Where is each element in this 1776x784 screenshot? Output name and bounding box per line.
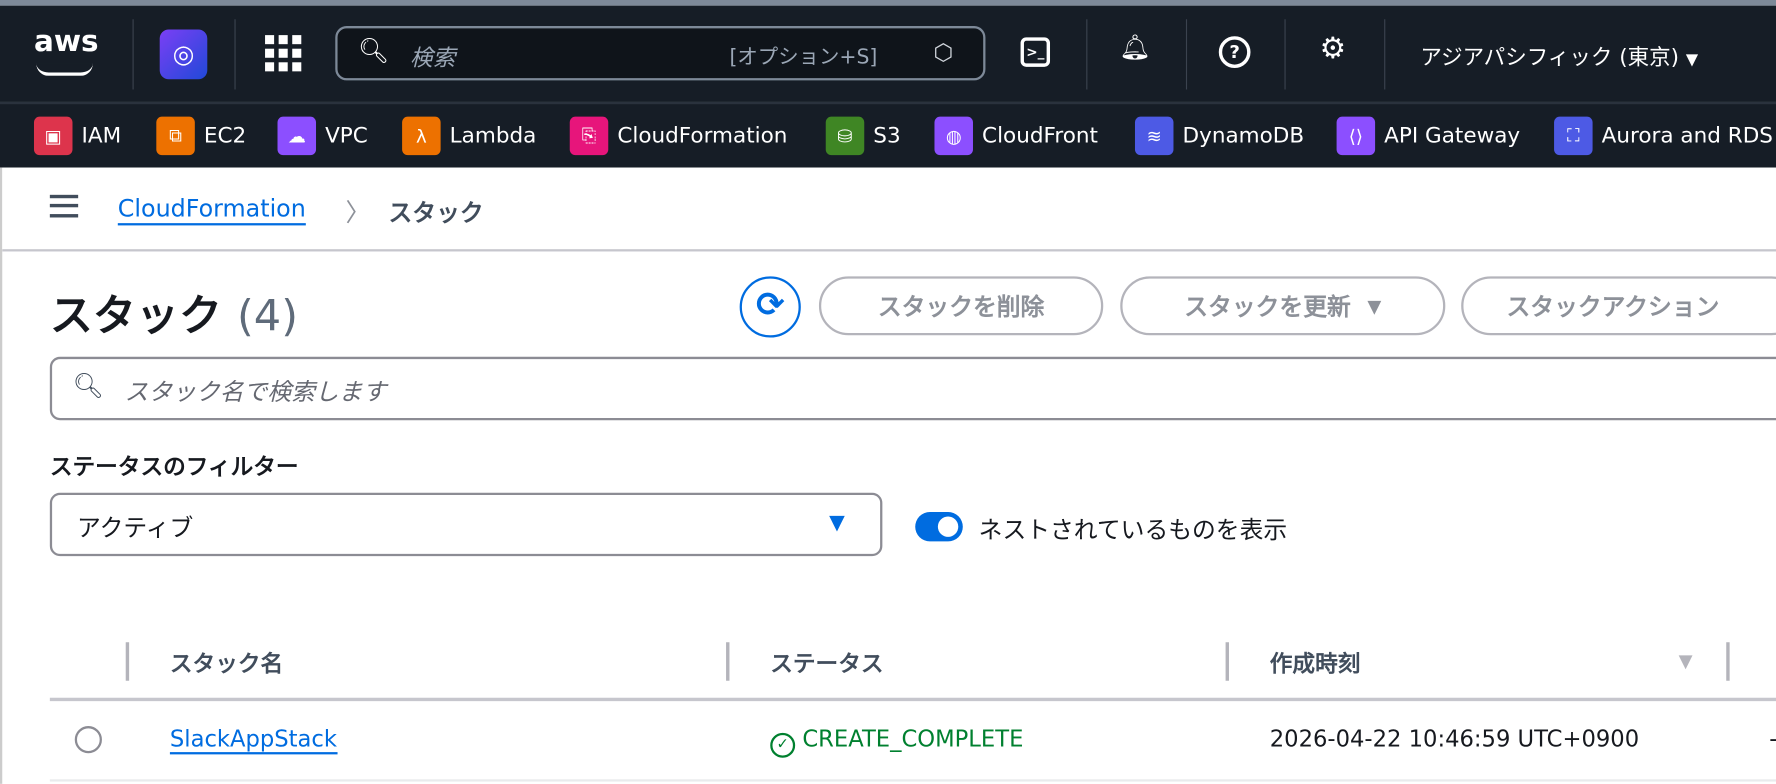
divider bbox=[1185, 19, 1188, 90]
dynamodb-icon: ≋ bbox=[1134, 116, 1174, 156]
search-icon: 🔍︎ bbox=[72, 372, 105, 401]
service-label: API Gateway bbox=[1384, 123, 1521, 149]
ec2-icon: ⧉ bbox=[156, 116, 195, 156]
service-label: EC2 bbox=[203, 123, 247, 149]
q-small-icon: ⬡ bbox=[933, 38, 954, 66]
search-placeholder: 検索 bbox=[410, 44, 456, 72]
extra-cell: - bbox=[1769, 725, 1776, 752]
apps-grid-icon[interactable] bbox=[265, 35, 302, 72]
caret-down-icon: ▼ bbox=[1367, 295, 1382, 317]
sort-descending-icon[interactable]: ▼ bbox=[1679, 650, 1693, 672]
favorite-cloudfront[interactable]: ◍ CloudFront bbox=[934, 116, 1098, 156]
page-title: スタック (4) bbox=[50, 281, 298, 343]
divider bbox=[1284, 19, 1286, 90]
iam-icon: ▣ bbox=[33, 116, 73, 156]
favorite-s3[interactable]: ⛁ S3 bbox=[825, 116, 901, 156]
divider bbox=[234, 19, 236, 90]
region-selector[interactable]: アジアパシフィック (東京) ▼ bbox=[1420, 41, 1698, 72]
table-row: SlackAppStack ✓ CREATE_COMPLETE 2026-04-… bbox=[49, 701, 1776, 782]
row-radio[interactable] bbox=[74, 726, 102, 754]
column-resizer[interactable] bbox=[726, 642, 730, 681]
refresh-button[interactable]: ⟳ bbox=[739, 276, 801, 338]
divider bbox=[132, 19, 134, 90]
service-label: IAM bbox=[81, 123, 122, 149]
q-icon[interactable]: ◎ bbox=[159, 29, 208, 80]
breadcrumb-cloudformation[interactable]: CloudFormation bbox=[117, 195, 306, 226]
cloudformation-icon: ⎘ bbox=[569, 116, 609, 156]
caret-down-icon: ▼ bbox=[1685, 50, 1699, 70]
aws-logo[interactable]: aws bbox=[34, 25, 99, 59]
bell-icon[interactable]: 🔔︎ bbox=[1119, 34, 1151, 62]
service-label: Lambda bbox=[449, 123, 537, 149]
update-stack-button[interactable]: スタックを更新 ▼ bbox=[1120, 276, 1446, 336]
status-text: CREATE_COMPLETE bbox=[802, 724, 1024, 753]
nested-toggle[interactable] bbox=[915, 511, 963, 542]
search-shortcut: [オプション+S] bbox=[729, 45, 878, 70]
favorite-aurora-rds[interactable]: ⛶ Aurora and RDS bbox=[1554, 116, 1773, 156]
button-label: スタックを更新 bbox=[1184, 293, 1351, 321]
region-label: アジアパシフィック (東京) bbox=[1420, 45, 1680, 71]
column-resizer[interactable] bbox=[1225, 642, 1229, 681]
favorite-dynamodb[interactable]: ≋ DynamoDB bbox=[1134, 116, 1305, 156]
aws-smile-icon bbox=[36, 63, 93, 76]
vpc-icon: ☁ bbox=[277, 116, 317, 156]
service-label: CloudFormation bbox=[617, 123, 788, 149]
column-header-created[interactable]: 作成時刻 bbox=[1270, 646, 1361, 679]
service-label: DynamoDB bbox=[1182, 123, 1305, 149]
lambda-icon: λ bbox=[402, 116, 441, 156]
rds-icon: ⛶ bbox=[1554, 116, 1593, 156]
divider bbox=[1086, 19, 1088, 90]
button-label: スタックアクション bbox=[1506, 293, 1720, 321]
check-circle-icon: ✓ bbox=[770, 732, 796, 758]
button-label: スタックを削除 bbox=[877, 293, 1045, 321]
created-time: 2026-04-22 10:46:59 UTC+0900 bbox=[1269, 724, 1640, 753]
favorite-vpc[interactable]: ☁ VPC bbox=[277, 116, 368, 156]
favorite-iam[interactable]: ▣ IAM bbox=[33, 116, 122, 156]
column-header-status[interactable]: ステータス bbox=[770, 646, 883, 679]
search-icon: 🔍︎ bbox=[357, 37, 390, 66]
menu-icon[interactable] bbox=[49, 194, 79, 218]
service-label: Aurora and RDS bbox=[1601, 123, 1773, 149]
caret-down-icon: ▼ bbox=[829, 510, 845, 535]
title-text: スタック bbox=[49, 291, 223, 341]
column-resizer[interactable] bbox=[125, 642, 130, 681]
column-resizer[interactable] bbox=[1726, 642, 1730, 681]
cloudshell-icon[interactable]: >_ bbox=[1020, 37, 1051, 67]
filter-label: ステータスのフィルター bbox=[49, 453, 299, 481]
stack-actions-button[interactable]: スタックアクション bbox=[1461, 276, 1776, 336]
status-badge: ✓ CREATE_COMPLETE bbox=[770, 725, 1023, 758]
cloudfront-icon: ◍ bbox=[934, 116, 973, 156]
nested-toggle-label: ネストされているものを表示 bbox=[978, 516, 1288, 544]
column-header-stack-name[interactable]: スタック名 bbox=[170, 646, 283, 679]
service-label: S3 bbox=[873, 123, 901, 149]
stack-count: (4) bbox=[237, 291, 298, 341]
divider bbox=[1384, 19, 1386, 90]
chevron-right-icon: 〉 bbox=[345, 199, 371, 228]
gear-icon[interactable]: ⚙︎ bbox=[1320, 32, 1346, 66]
status-filter-select[interactable]: アクティブ ▼ bbox=[49, 492, 883, 557]
global-search-input[interactable]: 🔍︎ 検索 [オプション+S] ⬡ bbox=[335, 26, 986, 81]
s3-icon: ⛁ bbox=[825, 116, 865, 156]
service-label: VPC bbox=[325, 123, 368, 149]
api-gateway-icon: ⟨⟩ bbox=[1336, 116, 1376, 156]
stack-search-input[interactable]: 🔍︎ スタック名で検索します bbox=[49, 356, 1776, 421]
favorite-lambda[interactable]: λ Lambda bbox=[402, 116, 537, 156]
favorite-cloudformation[interactable]: ⎘ CloudFormation bbox=[569, 116, 788, 156]
breadcrumb-current: スタック bbox=[388, 199, 484, 227]
service-label: CloudFront bbox=[982, 123, 1098, 149]
favorite-api-gateway[interactable]: ⟨⟩ API Gateway bbox=[1336, 116, 1521, 156]
stack-name-link[interactable]: SlackAppStack bbox=[169, 725, 338, 755]
search-placeholder: スタック名で検索します bbox=[124, 378, 387, 406]
help-icon[interactable]: ? bbox=[1218, 36, 1251, 68]
filter-value: アクティブ bbox=[77, 514, 194, 542]
delete-stack-button[interactable]: スタックを削除 bbox=[818, 276, 1104, 336]
favorite-ec2[interactable]: ⧉ EC2 bbox=[156, 116, 247, 156]
